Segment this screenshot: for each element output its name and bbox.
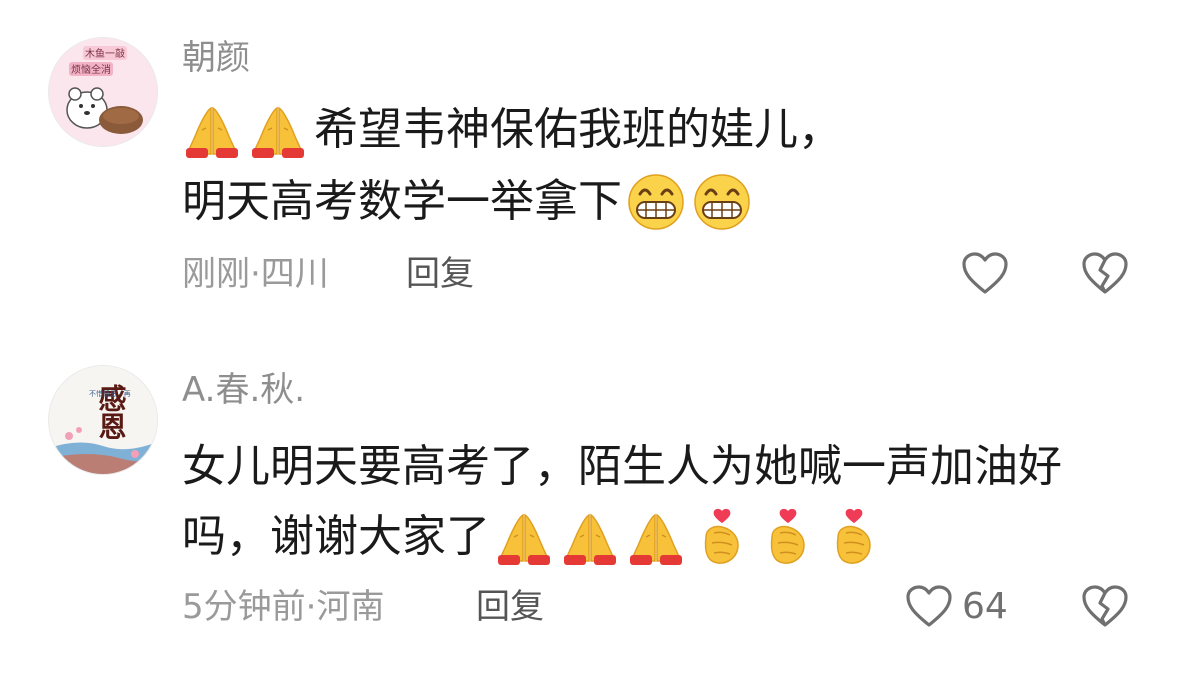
like-count: 64 <box>962 585 1008 627</box>
avatar-badge-line2: 烦恼全消 <box>71 63 111 76</box>
comment-text-line: 女儿明天要高考了，陌生人为她喊一声加油好 <box>182 437 1062 497</box>
comment-text: 明天高考数学一举拿下 <box>182 176 622 227</box>
heart-outline-icon <box>960 250 1010 296</box>
dislike-button[interactable] <box>1080 583 1130 633</box>
grin-emoji-icon <box>692 172 752 232</box>
username[interactable]: A.春.秋. <box>182 370 305 410</box>
comment-text: 吗，谢谢大家了 <box>182 511 490 562</box>
broken-heart-icon <box>1080 583 1130 629</box>
pray-emoji-icon <box>560 507 620 567</box>
like-button[interactable]: 64 <box>904 583 1008 629</box>
pray-emoji-icon <box>248 100 308 160</box>
comment-text-line: 吗，谢谢大家了 <box>182 507 890 567</box>
grin-emoji-icon <box>626 172 686 232</box>
avatar-badge-line1: 木鱼一敲 <box>85 47 125 60</box>
calligraphy-avatar-icon: 感恩 不惜感恩 · 再 <box>49 366 157 474</box>
avatar[interactable]: 感恩 不惜感恩 · 再 <box>48 365 158 475</box>
avatar-side-text: 不惜感恩 · 再 <box>89 389 131 398</box>
comment-meta: 刚刚·四川 <box>182 254 329 294</box>
comment-text: 女儿明天要高考了，陌生人为她喊一声加油好 <box>182 441 1062 492</box>
comment-text-line: 明天高考数学一举拿下 <box>182 172 758 232</box>
pray-emoji-icon <box>182 100 242 160</box>
bear-sticker-avatar-icon: 木鱼一敲 烦恼全消 <box>49 38 157 146</box>
reply-button[interactable]: 回复 <box>406 252 474 296</box>
broken-heart-icon <box>1080 250 1130 296</box>
comment-text-line: 希望韦神保佑我班的娃儿， <box>182 100 842 160</box>
finger-heart-emoji-icon <box>824 507 884 567</box>
comment-item: 木鱼一敲 烦恼全消 朝颜 希望韦神保佑我班的娃儿， 明天高考数学一举拿下 刚刚·… <box>0 0 1179 330</box>
comment-meta: 5分钟前·河南 <box>182 587 385 627</box>
dislike-button[interactable] <box>1080 250 1130 300</box>
pray-emoji-icon <box>494 507 554 567</box>
pray-emoji-icon <box>626 507 686 567</box>
heart-outline-icon <box>904 583 954 629</box>
username[interactable]: 朝颜 <box>182 38 250 78</box>
comment-text: 希望韦神保佑我班的娃儿， <box>314 104 842 155</box>
finger-heart-emoji-icon <box>692 507 752 567</box>
like-button[interactable] <box>960 250 1010 296</box>
avatar[interactable]: 木鱼一敲 烦恼全消 <box>48 37 158 147</box>
comment-item: 感恩 不惜感恩 · 再 A.春.秋. 女儿明天要高考了，陌生人为她喊一声加油好 … <box>0 345 1179 678</box>
finger-heart-emoji-icon <box>758 507 818 567</box>
reply-button[interactable]: 回复 <box>476 585 544 629</box>
